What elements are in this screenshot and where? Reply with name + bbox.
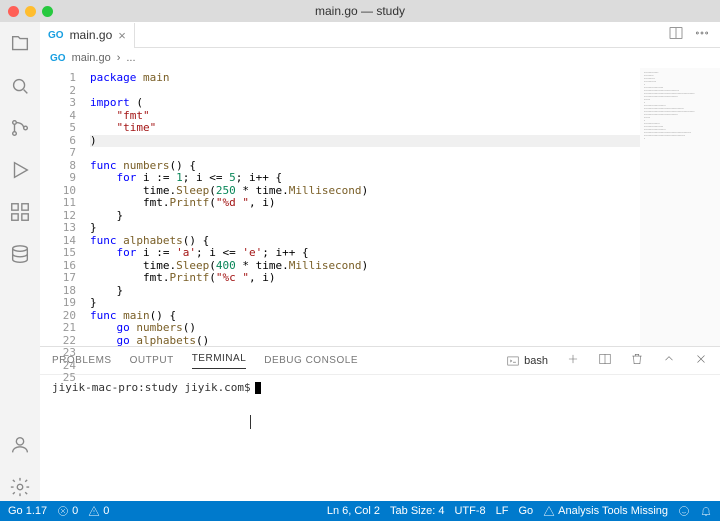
terminal-body[interactable]: jiyik-mac-pro:study jiyik.com$	[40, 375, 720, 501]
status-warnings[interactable]: 0	[88, 505, 109, 517]
code-line[interactable]: for i := 'a'; i <= 'e'; i++ {	[90, 247, 640, 260]
workbench: GO main.go × GO main.go › ... 1234567891…	[0, 22, 720, 501]
new-terminal-icon[interactable]	[566, 352, 580, 369]
status-ln-col[interactable]: Ln 6, Col 2	[327, 505, 380, 517]
terminal-cursor	[255, 382, 261, 394]
panel-tabs: PROBLEMS OUTPUT TERMINAL DEBUG CONSOLE b…	[40, 347, 720, 375]
split-editor-icon[interactable]	[668, 25, 684, 44]
gutter: 1234567891011121314151617181920212223242…	[40, 68, 90, 346]
terminal-profile[interactable]: bash	[506, 354, 548, 368]
split-terminal-icon[interactable]	[598, 352, 612, 369]
editor[interactable]: 1234567891011121314151617181920212223242…	[40, 68, 720, 346]
settings-gear-icon[interactable]	[0, 473, 40, 501]
code-line[interactable]	[90, 147, 640, 160]
status-language[interactable]: Go	[518, 505, 533, 517]
status-notifications-icon[interactable]	[700, 505, 712, 517]
code-line[interactable]: go alphabets()	[90, 335, 640, 347]
activity-bar	[0, 22, 40, 501]
window-close-button[interactable]	[8, 6, 19, 17]
go-file-icon: GO	[50, 53, 66, 64]
tab-label: main.go	[70, 28, 113, 42]
tab-output[interactable]: OUTPUT	[130, 355, 174, 366]
tab-debug-console[interactable]: DEBUG CONSOLE	[264, 355, 358, 366]
accounts-icon[interactable]	[0, 431, 40, 459]
code-line[interactable]: for i := 1; i <= 5; i++ {	[90, 172, 640, 185]
tab-main-go[interactable]: GO main.go ×	[40, 23, 135, 48]
go-file-icon: GO	[48, 30, 64, 41]
status-bar: Go 1.17 0 0 Ln 6, Col 2 Tab Size: 4 UTF-…	[0, 501, 720, 521]
titlebar: main.go — study	[0, 0, 720, 22]
tab-terminal[interactable]: TERMINAL	[192, 353, 247, 369]
terminal-prompt: jiyik-mac-pro:study jiyik.com$	[52, 381, 251, 394]
code-line[interactable]	[90, 85, 640, 98]
text-caret	[250, 415, 251, 429]
code-line[interactable]: import (	[90, 97, 640, 110]
status-go-version[interactable]: Go 1.17	[8, 505, 47, 517]
status-eol[interactable]: LF	[496, 505, 509, 517]
editor-main: GO main.go × GO main.go › ... 1234567891…	[40, 22, 720, 501]
kill-terminal-icon[interactable]	[630, 352, 644, 369]
code-line[interactable]: "time"	[90, 122, 640, 135]
code-line[interactable]: )	[90, 135, 640, 148]
editor-tabs: GO main.go ×	[40, 22, 135, 48]
window-maximize-button[interactable]	[42, 6, 53, 17]
code-line[interactable]: }	[90, 210, 640, 223]
code-line[interactable]: package main	[90, 72, 640, 85]
editor-actions	[40, 22, 720, 48]
status-encoding[interactable]: UTF-8	[454, 505, 485, 517]
maximize-panel-icon[interactable]	[662, 352, 676, 369]
breadcrumb-file: main.go	[72, 52, 111, 64]
database-icon[interactable]	[0, 240, 40, 268]
code-area[interactable]: package mainimport ( "fmt" "time")func n…	[90, 68, 640, 346]
run-debug-icon[interactable]	[0, 156, 40, 184]
panel: PROBLEMS OUTPUT TERMINAL DEBUG CONSOLE b…	[40, 346, 720, 501]
more-actions-icon[interactable]	[694, 25, 710, 44]
explorer-icon[interactable]	[0, 30, 40, 58]
status-analysis-warning[interactable]: Analysis Tools Missing	[543, 505, 668, 517]
breadcrumb-separator: ›	[117, 52, 121, 64]
status-errors[interactable]: 0	[57, 505, 78, 517]
code-line[interactable]: }	[90, 285, 640, 298]
code-line[interactable]: "fmt"	[90, 110, 640, 123]
window-title: main.go — study	[315, 4, 405, 18]
close-panel-icon[interactable]	[694, 352, 708, 369]
code-line[interactable]: fmt.Printf("%c ", i)	[90, 272, 640, 285]
code-line[interactable]: }	[90, 297, 640, 310]
tab-close-icon[interactable]: ×	[118, 28, 126, 43]
status-tab-size[interactable]: Tab Size: 4	[390, 505, 444, 517]
breadcrumb-more: ...	[126, 52, 135, 64]
breadcrumb[interactable]: GO main.go › ...	[40, 48, 720, 68]
search-icon[interactable]	[0, 72, 40, 100]
window-minimize-button[interactable]	[25, 6, 36, 17]
shell-name: bash	[524, 355, 548, 367]
minimap[interactable]: ▪▪▪▪▪▪▪▪▪▪▪▪▪▪▪▪▪▪▪▪▪▪▪▪▪▪▪▪▪▪▪▪▪▪▪▪▪▪▪▪…	[640, 68, 720, 346]
code-line[interactable]: fmt.Printf("%d ", i)	[90, 197, 640, 210]
extensions-icon[interactable]	[0, 198, 40, 226]
source-control-icon[interactable]	[0, 114, 40, 142]
status-feedback-icon[interactable]	[678, 505, 690, 517]
